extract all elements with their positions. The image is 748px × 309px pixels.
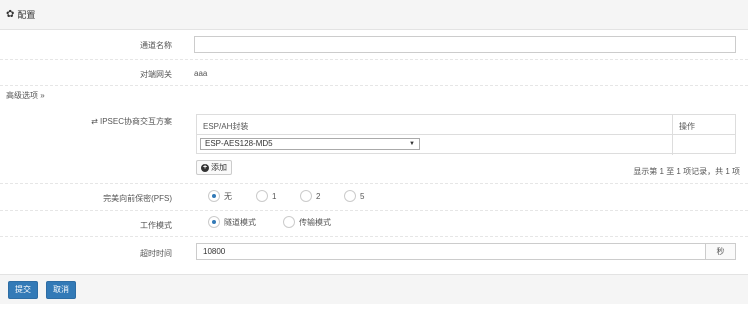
pfs-option-1[interactable]: 1 <box>256 190 276 202</box>
peer-gateway-row: 对端网关 aaa <box>0 60 748 86</box>
ipsec-label: ⇄ IPSEC协商交互方案 <box>91 117 172 126</box>
timeout-unit: 秒 <box>706 243 736 260</box>
peer-gateway-label: 对端网关 <box>140 70 172 79</box>
timeout-label: 超时时间 <box>140 249 172 258</box>
pfs-option-5[interactable]: 5 <box>344 190 364 202</box>
tunnel-name-label: 通道名称 <box>140 41 172 50</box>
chevron-down-icon: ▼ <box>409 141 415 147</box>
pfs-row: 完美向前保密(PFS) <box>0 184 748 211</box>
radio-selected-icon <box>208 190 220 202</box>
pfs-option-none[interactable]: 无 <box>208 190 232 202</box>
peer-gateway-value: aaa <box>194 69 208 78</box>
ipsec-proposal-selected: ESP-AES128-MD5 <box>205 139 273 148</box>
gear-icon: ✿ <box>6 9 15 20</box>
radio-icon <box>283 216 295 228</box>
panel-title: 配置 <box>17 10 36 20</box>
tunnel-name-input[interactable] <box>194 36 736 53</box>
timeout-input[interactable] <box>196 243 706 260</box>
ipsec-table: ESP/AH封装 操作 ESP-AES128-MD5 ▼ <box>196 114 736 155</box>
advanced-options-toggle[interactable]: 高级选项 » <box>6 90 45 101</box>
pfs-label: 完美向前保密(PFS) <box>103 194 172 203</box>
work-mode-label: 工作模式 <box>140 221 172 230</box>
pager-info: 显示第 1 至 1 项记录，共 1 项 <box>633 167 740 176</box>
form-footer: 提交 取消 <box>0 274 748 304</box>
ipsec-proposal-select[interactable]: ESP-AES128-MD5 ▼ <box>200 138 420 150</box>
work-mode-transport[interactable]: 传输模式 <box>283 216 331 228</box>
radio-selected-icon <box>208 216 220 228</box>
column-header-encap: ESP/AH封装 <box>203 122 249 131</box>
cancel-button[interactable]: 取消 <box>46 281 76 299</box>
submit-button[interactable]: 提交 <box>8 281 38 299</box>
add-button[interactable]: + 添加 <box>196 160 232 175</box>
column-header-action: 操作 <box>679 122 695 131</box>
panel-header: ✿ 配置 <box>0 0 748 30</box>
radio-icon <box>256 190 268 202</box>
ipsec-table-header <box>197 115 735 135</box>
add-button-label: 添加 <box>211 163 227 172</box>
tunnel-name-row: 通道名称 <box>0 30 748 60</box>
plus-icon: + <box>201 163 209 172</box>
radio-icon <box>344 190 356 202</box>
pfs-option-2[interactable]: 2 <box>300 190 320 202</box>
work-mode-row: 工作模式 <box>0 211 748 237</box>
work-mode-tunnel[interactable]: 隧道模式 <box>208 216 256 228</box>
radio-icon <box>300 190 312 202</box>
